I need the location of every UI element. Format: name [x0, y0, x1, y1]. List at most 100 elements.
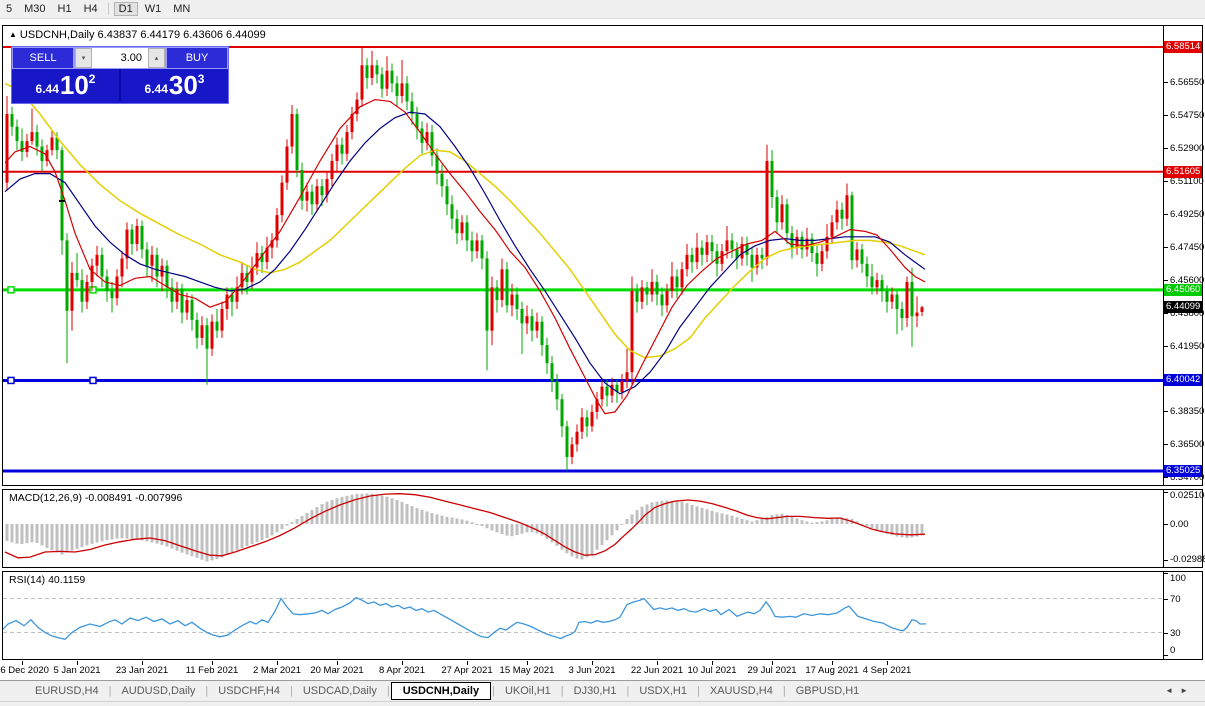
timeframe-W1[interactable]: W1: [140, 2, 167, 16]
rsi-label: RSI(14) 40.1159: [9, 574, 86, 586]
tab-XAUUSD,H4[interactable]: XAUUSD,H4: [701, 683, 782, 699]
tab-separator: |: [782, 685, 786, 697]
volume-stepper: ▾ 3.00 ▴: [74, 47, 166, 69]
price-pane[interactable]: ▲ USDCNH,Daily 6.43837 6.44179 6.43606 6.…: [2, 25, 1205, 486]
tab-AUDUSD,Daily[interactable]: AUDUSD,Daily: [112, 683, 204, 699]
date-label: 10 Jul 2021: [687, 665, 737, 676]
macd-chart[interactable]: [3, 490, 1202, 565]
rsi-line: [3, 596, 927, 641]
price-axis-label: 6.36500: [1170, 439, 1205, 451]
toolbar-separator: [107, 3, 109, 15]
collapse-icon[interactable]: ▲: [9, 30, 17, 39]
ma-fast-line: [4, 98, 926, 415]
price-axis-tick: [1164, 114, 1168, 116]
sell-button[interactable]: SELL: [12, 47, 74, 69]
price-axis-tick: [1164, 444, 1168, 446]
chart-symbol: USDCNH,Daily: [19, 29, 95, 41]
rsi-axis-tick: [1164, 655, 1168, 656]
price-axis-label: 6.49250: [1170, 209, 1205, 221]
timeframe-5[interactable]: 5: [1, 2, 17, 16]
price-axis-label: 6.54750: [1170, 109, 1205, 121]
buy-price-sup: 3: [197, 72, 205, 86]
tab-USDX,H1[interactable]: USDX,H1: [630, 683, 696, 699]
date-label: 4 Sep 2021: [862, 665, 912, 676]
tab-USDCAD,Daily[interactable]: USDCAD,Daily: [294, 683, 386, 699]
buy-price[interactable]: 6.44 30 3: [121, 69, 228, 101]
tab-separator: |: [626, 685, 630, 697]
rsi-axis-label: 100: [1170, 573, 1186, 584]
date-label: 29 Jul 2021: [747, 665, 797, 676]
date-label: 5 Jan 2021: [53, 665, 101, 676]
horizontal-lines[interactable]: [3, 46, 1163, 473]
tab-separator: |: [108, 685, 112, 697]
macd-pane[interactable]: MACD(12,26,9) -0.008491 -0.007996 0.0251…: [2, 489, 1205, 568]
tab-UKOil,H1[interactable]: UKOil,H1: [496, 683, 560, 699]
timeframe-H1[interactable]: H1: [53, 2, 77, 16]
tab-separator: |: [492, 685, 495, 697]
date-label: 23 Jan 2021: [115, 665, 169, 676]
rsi-axis-tick: [1164, 632, 1168, 634]
rsi-axis-line: [1163, 572, 1164, 659]
price-axis-label: 6.47450: [1170, 241, 1205, 253]
macd-axis-line: [1163, 490, 1164, 567]
macd-axis-label: -0.02988: [1170, 554, 1205, 565]
buy-price-base: 6.44: [144, 82, 168, 96]
chart-ohlc: 6.43837 6.44179 6.43606 6.44099: [97, 29, 266, 41]
tab-USDCHF,H4[interactable]: USDCHF,H4: [209, 683, 289, 699]
tab-EURUSD,H4[interactable]: EURUSD,H4: [26, 683, 108, 699]
macd-axis-tick: [1164, 560, 1168, 561]
hline-handle[interactable]: [89, 286, 97, 294]
candles[interactable]: [5, 47, 924, 471]
tab-DJ30,H1[interactable]: DJ30,H1: [565, 683, 626, 699]
price-axis-tick: [1164, 345, 1168, 347]
price-axis-tick: [1164, 280, 1168, 282]
date-label: 16 Dec 2020: [0, 665, 49, 676]
hline-handle[interactable]: [7, 376, 15, 385]
tab-separator: |: [290, 685, 293, 697]
price-line-badge: 6.58514: [1164, 41, 1203, 53]
date-label: 2 Mar 2021: [252, 665, 302, 676]
scroll-right-icon[interactable]: ►: [1180, 686, 1195, 695]
timeframe-M30[interactable]: M30: [19, 2, 50, 16]
date-label: 22 Jun 2021: [630, 665, 684, 676]
price-line-badge: 6.51605: [1164, 165, 1203, 178]
rsi-chart[interactable]: [3, 572, 1202, 657]
tab-separator: |: [386, 685, 390, 697]
macd-axis-label: 0.025108: [1170, 490, 1205, 501]
timeframe-D1[interactable]: D1: [113, 2, 138, 16]
rsi-pane[interactable]: RSI(14) 40.1159 100 70 30 0: [2, 571, 1203, 660]
tab-GBPUSD,H1[interactable]: GBPUSD,H1: [787, 683, 869, 699]
date-label: 8 Apr 2021: [379, 665, 425, 676]
timeframe-MN[interactable]: MN: [168, 2, 195, 16]
timeframe-H4[interactable]: H4: [79, 2, 103, 16]
price-axis-tick: [1164, 476, 1168, 478]
tab-scroll-arrows[interactable]: ◄►: [1165, 686, 1195, 695]
tab-USDCNH,Daily[interactable]: USDCNH,Daily: [390, 682, 492, 700]
date-label: 15 May 2021: [499, 665, 555, 676]
price-axis-label: 6.52900: [1170, 143, 1205, 155]
sell-price-base: 6.44: [35, 82, 59, 96]
date-label: 20 Mar 2021: [310, 665, 364, 676]
price-line-badge: 6.45060: [1164, 283, 1203, 296]
rsi-axis-label: 30: [1170, 627, 1181, 639]
tab-separator: |: [205, 685, 209, 697]
price-axis-tick: [1164, 214, 1168, 216]
sell-price[interactable]: 6.44 10 2: [12, 69, 119, 101]
hline-handle[interactable]: [89, 376, 97, 385]
rsi-axis-tick: [1164, 598, 1168, 600]
buy-button[interactable]: BUY: [166, 47, 228, 69]
macd-axis-tick: [1164, 492, 1168, 493]
rsi-axis-label: 0: [1170, 645, 1176, 656]
price-axis-tick: [1164, 246, 1168, 248]
volume-input[interactable]: 3.00: [92, 48, 148, 68]
scroll-left-icon[interactable]: ◄: [1165, 686, 1180, 695]
dash-marker[interactable]: [59, 199, 65, 202]
chart-title: ▲ USDCNH,Daily 6.43837 6.44179 6.43606 6.…: [9, 29, 266, 41]
volume-up-icon[interactable]: ▴: [148, 48, 165, 68]
volume-down-icon[interactable]: ▾: [75, 48, 92, 68]
buy-price-big: 30: [168, 70, 198, 100]
tab-separator: |: [560, 685, 564, 697]
hline-handle[interactable]: [7, 286, 15, 294]
date-label: 17 Aug 2021: [805, 665, 859, 676]
sell-price-big: 10: [59, 70, 89, 100]
